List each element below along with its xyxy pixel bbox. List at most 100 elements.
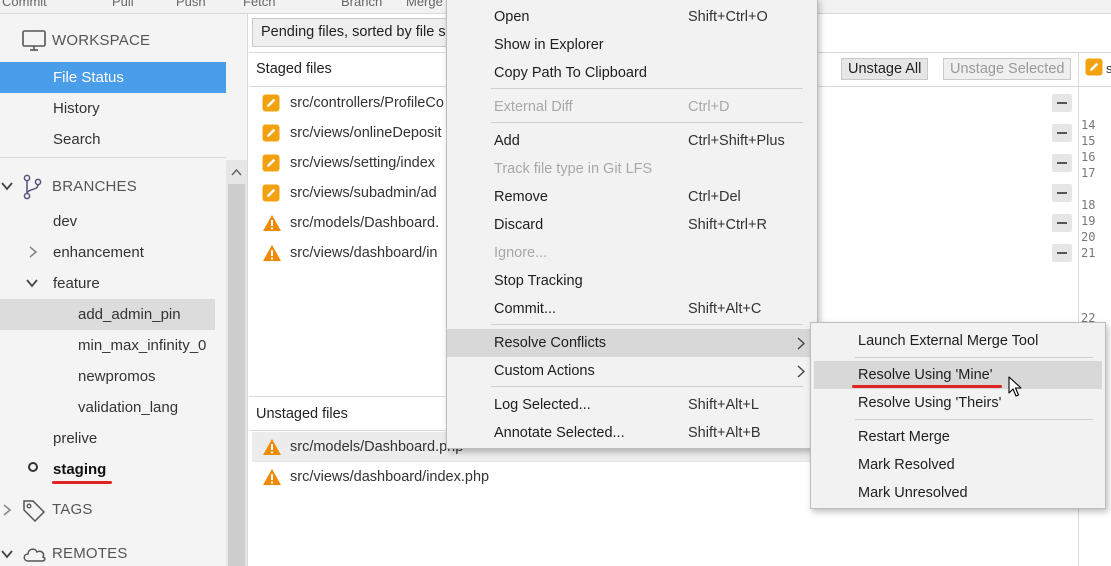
sidebar-item-search[interactable]: Search — [53, 124, 101, 155]
sidebar-scrollbar[interactable] — [226, 160, 247, 566]
menu-separator — [491, 386, 803, 387]
pending-files-dropdown[interactable]: Pending files, sorted by file s — [252, 18, 452, 47]
menu-item-track-lfs[interactable]: Track file type in Git LFS — [447, 155, 817, 183]
modified-file-icon — [262, 94, 280, 112]
menu-item-open[interactable]: Open Shift+Ctrl+O — [447, 3, 817, 31]
menu-item-restart-merge[interactable]: Restart Merge — [811, 423, 1105, 451]
branch-label: validation_lang — [78, 399, 179, 416]
branch-min-max-infinity[interactable]: min_max_infinity_0 — [78, 330, 206, 361]
unstage-file-button[interactable] — [1052, 244, 1072, 262]
modified-file-icon — [262, 154, 280, 172]
unstage-file-button[interactable] — [1052, 154, 1072, 172]
menu-item-resolve-conflicts[interactable]: Resolve Conflicts — [447, 329, 817, 357]
menu-item-mark-resolved[interactable]: Mark Resolved — [811, 451, 1105, 479]
menu-item-copy-path[interactable]: Copy Path To Clipboard — [447, 59, 817, 87]
remotes-header[interactable]: REMOTES — [0, 538, 226, 566]
menu-item-launch-merge-tool[interactable]: Launch External Merge Tool — [811, 327, 1105, 355]
tags-header[interactable]: TAGS — [0, 494, 226, 525]
menu-item-show-in-explorer[interactable]: Show in Explorer — [447, 31, 817, 59]
chevron-down-icon[interactable] — [0, 179, 14, 193]
modified-file-icon — [262, 184, 280, 202]
toolbar-pull[interactable]: Pull — [112, 0, 134, 9]
unstage-selected-button[interactable]: Unstage Selected — [943, 58, 1072, 80]
scroll-up-arrow-icon[interactable] — [231, 168, 242, 176]
chevron-right-icon[interactable] — [0, 503, 14, 517]
line-number: 16 — [1081, 150, 1096, 164]
conflict-warning-icon — [263, 215, 281, 231]
monitor-icon — [22, 29, 46, 51]
diff-header-filename: s — [1106, 61, 1111, 76]
sidebar-item-label: History — [53, 100, 100, 117]
line-number: 14 — [1081, 118, 1096, 132]
current-branch-icon — [28, 462, 38, 472]
branch-label: feature — [53, 275, 100, 292]
branch-prelive[interactable]: prelive — [53, 423, 97, 454]
toolbar-push[interactable]: Push — [176, 0, 206, 9]
menu-item-discard[interactable]: Discard Shift+Ctrl+R — [447, 211, 817, 239]
menu-item-commit[interactable]: Commit... Shift+Alt+C — [447, 295, 817, 323]
menu-separator — [491, 122, 803, 123]
branch-folder-enhancement[interactable]: enhancement — [53, 237, 144, 268]
sidebar: WORKSPACE File Status History Search BRA… — [0, 14, 248, 566]
menu-item-stop-tracking[interactable]: Stop Tracking — [447, 267, 817, 295]
file-context-menu: Open Shift+Ctrl+O Show in Explorer Copy P… — [446, 0, 818, 449]
menu-item-remove[interactable]: Remove Ctrl+Del — [447, 183, 817, 211]
menu-separator — [491, 324, 803, 325]
branch-label: prelive — [53, 430, 98, 447]
file-path: src/views/setting/index — [290, 155, 436, 171]
scrollbar-thumb[interactable] — [228, 184, 245, 566]
menu-item-annotate-selected[interactable]: Annotate Selected... Shift+Alt+B — [447, 419, 817, 447]
toolbar-fetch[interactable]: Fetch — [243, 0, 276, 9]
branch-label: min_max_infinity_0 — [78, 337, 207, 354]
menu-item-external-diff[interactable]: External Diff Ctrl+D — [447, 93, 817, 121]
branch-label: enhancement — [53, 244, 144, 261]
workspace-header[interactable]: WORKSPACE — [0, 25, 226, 56]
chevron-down-icon[interactable] — [0, 547, 14, 561]
menu-item-resolve-theirs[interactable]: Resolve Using 'Theirs' — [811, 389, 1105, 417]
submenu-arrow-icon — [797, 365, 805, 378]
staged-files-title: Staged files — [256, 61, 332, 77]
sidebar-item-file-status[interactable]: File Status — [0, 62, 226, 93]
modified-file-icon — [262, 124, 280, 142]
pane-divider — [1078, 86, 1111, 87]
unstage-file-button[interactable] — [1052, 124, 1072, 142]
unstage-file-button[interactable] — [1052, 184, 1072, 202]
toolbar-commit[interactable]: Commit — [2, 0, 47, 9]
submenu-arrow-icon — [797, 337, 805, 350]
menu-item-custom-actions[interactable]: Custom Actions — [447, 357, 817, 385]
branch-label: add_admin_pin — [78, 306, 181, 323]
branch-add-admin-pin[interactable]: add_admin_pin — [0, 299, 215, 330]
branch-newpromos[interactable]: newpromos — [78, 361, 156, 392]
branches-header[interactable]: BRANCHES — [0, 171, 226, 202]
line-number: 15 — [1081, 134, 1096, 148]
toolbar-merge[interactable]: Merge — [406, 0, 443, 9]
menu-separator — [855, 357, 1093, 358]
branch-label: staging — [53, 461, 107, 478]
menu-item-log-selected[interactable]: Log Selected... Shift+Alt+L — [447, 391, 817, 419]
conflict-warning-icon — [263, 439, 281, 455]
tags-label: TAGS — [52, 501, 93, 518]
line-number: 19 — [1081, 214, 1096, 228]
sidebar-item-history[interactable]: History — [53, 93, 100, 124]
conflict-warning-icon — [263, 245, 281, 261]
branch-validation-lang[interactable]: validation_lang — [78, 392, 178, 423]
unstage-all-button[interactable]: Unstage All — [841, 58, 929, 80]
sidebar-item-label: File Status — [53, 69, 124, 86]
file-path: src/views/dashboard/index.php — [290, 469, 490, 485]
unstage-file-button[interactable] — [1052, 214, 1072, 232]
menu-item-mark-unresolved[interactable]: Mark Unresolved — [811, 479, 1105, 507]
file-path: src/controllers/ProfileCo — [290, 95, 444, 111]
menu-item-add[interactable]: Add Ctrl+Shift+Plus — [447, 127, 817, 155]
line-number: 18 — [1081, 198, 1096, 212]
file-path: src/models/Dashboard. — [290, 215, 440, 231]
chevron-down-icon[interactable] — [25, 277, 39, 289]
file-path: src/models/Dashboard.php — [290, 439, 464, 455]
branches-label: BRANCHES — [52, 178, 137, 195]
branch-dev[interactable]: dev — [53, 206, 77, 237]
unstage-file-button[interactable] — [1052, 94, 1072, 112]
branch-folder-feature[interactable]: feature — [53, 268, 100, 299]
remotes-label: REMOTES — [52, 545, 128, 562]
toolbar-branch[interactable]: Branch — [341, 0, 382, 9]
menu-item-ignore[interactable]: Ignore... — [447, 239, 817, 267]
chevron-right-icon[interactable] — [27, 245, 39, 259]
